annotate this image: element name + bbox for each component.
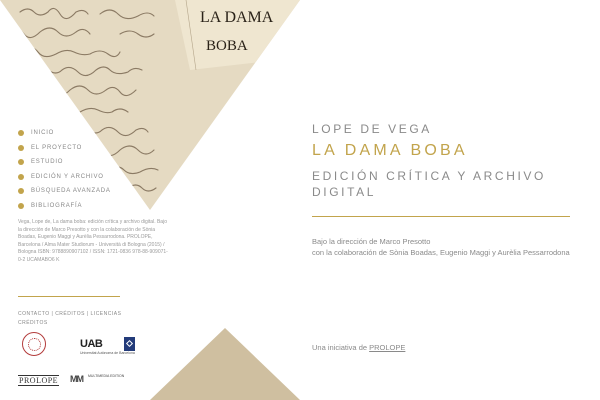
footer-link-creditos[interactable]: CRÉDITOS [55,311,85,317]
nav-item-estudio[interactable]: ESTUDIO [18,155,111,170]
citation-credits: Vega, Lope de, La dama boba: edición crí… [18,219,168,263]
collaboration-line: con la colaboración de Sònia Boadas, Eug… [312,248,570,257]
nav-item-busqueda-avanzada[interactable]: BÚSQUEDA AVANZADA [18,184,111,199]
bullet-icon [18,173,24,180]
initiative-note: Una iniciativa de PROLOPE [312,343,405,352]
footer-separator: | [51,311,54,317]
uab-logo[interactable]: UAB [80,338,103,350]
uab-logo-subtitle: Universitat Autònoma de Barcelona [80,351,135,355]
nav-item-label: EDICIÓN Y ARCHIVO [31,173,104,180]
university-seal-logo[interactable] [22,332,46,356]
nav-item-label: EL PROYECTO [31,144,83,151]
footer-link-licencias[interactable]: LICENCIAS [91,311,122,317]
bullet-icon [18,202,24,209]
footer-link-contacto[interactable]: CONTACTO [18,311,50,317]
bullet-icon [18,159,24,166]
page-subtitle: EDICIÓN CRÍTICA Y ARCHIVO DIGITAL [312,169,546,199]
direction-line: Bajo la dirección de Marco Presotto [312,237,431,246]
nav-item-el-proyecto[interactable]: EL PROYECTO [18,141,111,156]
nav-item-label: ESTUDIO [31,159,64,166]
footer-separator: | [86,311,89,317]
cover-title-line1: LA DAMA [200,9,274,26]
nav-item-inicio[interactable]: INICIO [18,126,111,141]
multimedia-logo[interactable]: MM [70,374,84,384]
nav-item-bibliografia[interactable]: BIBLIOGRAFÍA [18,199,111,214]
cover-title-line2: BOBA [206,38,248,54]
bullet-icon [18,144,24,151]
nav-item-label: INICIO [31,130,55,137]
nav-item-edicion-y-archivo[interactable]: EDICIÓN Y ARCHIVO [18,170,111,185]
main-nav: INICIO EL PROYECTO ESTUDIO EDICIÓN Y ARC… [18,126,111,213]
decorative-triangle [150,328,300,400]
ministry-logo[interactable] [124,337,135,351]
nav-item-label: BIBLIOGRAFÍA [31,202,83,209]
divider [18,296,120,297]
bullet-icon [18,130,24,137]
multimedia-logo-text: MULTIMEDIA EDITION [88,374,125,378]
prolope-link[interactable]: PROLOPE [369,343,405,352]
author-name: LOPE DE VEGA [312,122,432,136]
page-title: LA DAMA BOBA [312,142,468,159]
footer-links: CONTACTO | CRÉDITOS | LICENCIAS [18,311,121,317]
prolope-logo[interactable]: PROLOPE [18,375,60,386]
bullet-icon [18,188,24,195]
nav-item-label: BÚSQUEDA AVANZADA [31,188,111,195]
footer-link-creditos-secondary[interactable]: CRÉDITOS [18,320,48,326]
divider [312,216,570,217]
initiative-prefix: Una iniciativa de [312,343,370,352]
direction-credits: Bajo la dirección de Marco Presotto con … [312,236,570,258]
